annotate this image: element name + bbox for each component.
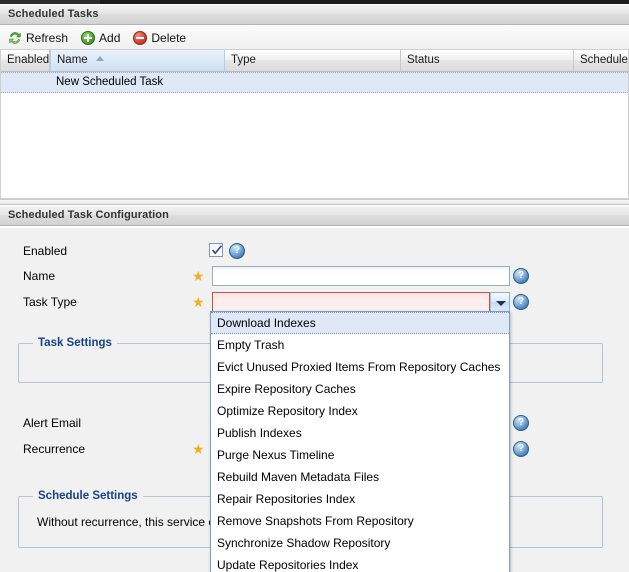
scheduled-tasks-window: Scheduled Tasks Refresh Add Delete Enabl… — [0, 0, 629, 572]
column-header-status-label: Status — [407, 54, 440, 66]
task-settings-legend: Task Settings — [33, 337, 117, 349]
required-star-icon: ★ — [192, 294, 205, 310]
cell-type — [225, 73, 401, 92]
recurrence-help-glyph: ? — [517, 443, 525, 454]
delete-button-label: Delete — [151, 30, 187, 45]
config-panel-header: Scheduled Task Configuration — [0, 205, 629, 226]
dropdown-option[interactable]: Rebuild Maven Metadata Files — [211, 466, 509, 488]
add-button-label: Add — [99, 30, 121, 45]
refresh-button[interactable]: Refresh — [4, 28, 75, 48]
required-star-icon: ★ — [192, 441, 205, 457]
name-label: Name — [23, 269, 56, 283]
add-button[interactable]: Add — [77, 28, 127, 48]
config-panel-title: Scheduled Task Configuration — [8, 209, 169, 221]
enabled-label: Enabled — [23, 244, 68, 258]
column-header-type[interactable]: Type — [225, 50, 401, 71]
column-header-name-label: Name — [57, 54, 88, 66]
grid-header-row: Enabled Name Type Status Schedule — [1, 50, 628, 72]
grid-empty-area — [1, 93, 628, 197]
column-header-name[interactable]: Name — [50, 50, 225, 71]
column-header-schedule-label: Schedule — [580, 54, 628, 66]
refresh-icon — [7, 30, 23, 46]
task-type-dropdown-list[interactable]: Download Indexes Empty Trash Evict Unuse… — [210, 311, 510, 572]
dropdown-option[interactable]: Remove Snapshots From Repository — [211, 510, 509, 532]
task-type-label: Task Type — [23, 295, 77, 309]
dropdown-option[interactable]: Purge Nexus Timeline — [211, 444, 509, 466]
task-type-help-glyph: ? — [517, 296, 525, 307]
name-input[interactable] — [212, 266, 510, 286]
delete-button[interactable]: Delete — [129, 28, 193, 48]
dropdown-option[interactable]: Download Indexes — [211, 312, 509, 334]
dropdown-option[interactable]: Optimize Repository Index — [211, 400, 509, 422]
name-help-icon[interactable]: ? — [513, 268, 529, 284]
field-row-enabled: Enabled ? — [0, 240, 629, 266]
scheduled-tasks-grid: Enabled Name Type Status Schedule New Sc… — [0, 50, 629, 199]
dropdown-option[interactable]: Update Repositories Index — [211, 554, 509, 572]
column-header-enabled[interactable]: Enabled — [1, 50, 50, 71]
grid-toolbar: Refresh Add Delete — [0, 26, 629, 50]
dropdown-option[interactable]: Empty Trash — [211, 334, 509, 356]
schedule-settings-legend: Schedule Settings — [33, 490, 143, 502]
enabled-help-glyph: ? — [233, 245, 241, 256]
task-type-input[interactable] — [212, 292, 490, 312]
page-title: Scheduled Tasks — [8, 8, 99, 20]
grid-panel-header: Scheduled Tasks — [0, 4, 629, 25]
task-type-help-icon[interactable]: ? — [513, 294, 529, 310]
dropdown-option[interactable]: Repair Repositories Index — [211, 488, 509, 510]
table-row[interactable]: New Scheduled Task — [1, 72, 628, 93]
required-star-icon: ★ — [192, 268, 205, 284]
cell-schedule — [574, 73, 628, 92]
chevron-down-icon — [496, 301, 506, 306]
enabled-help-icon[interactable]: ? — [229, 243, 245, 259]
refresh-button-label: Refresh — [26, 30, 69, 45]
schedule-settings-text: Without recurrence, this service can — [37, 515, 228, 529]
alert-email-help-glyph: ? — [517, 417, 525, 428]
column-header-type-label: Type — [231, 54, 256, 66]
add-circle-icon — [80, 30, 96, 46]
dropdown-option[interactable]: Expire Repository Caches — [211, 378, 509, 400]
name-help-glyph: ? — [517, 270, 525, 281]
cell-name: New Scheduled Task — [56, 76, 164, 88]
recurrence-help-icon[interactable]: ? — [513, 441, 529, 457]
task-type-dropdown-button[interactable] — [490, 292, 510, 312]
cell-status — [401, 73, 574, 92]
alert-email-help-icon[interactable]: ? — [513, 415, 529, 431]
dropdown-option[interactable]: Publish Indexes — [211, 422, 509, 444]
delete-circle-icon — [132, 30, 148, 46]
column-header-schedule[interactable]: Schedule — [574, 50, 628, 71]
dropdown-option[interactable]: Evict Unused Proxied Items From Reposito… — [211, 356, 509, 378]
recurrence-label: Recurrence — [23, 442, 86, 456]
sort-ascending-icon — [95, 56, 104, 62]
enabled-checkbox[interactable] — [209, 243, 223, 257]
alert-email-label: Alert Email — [23, 416, 82, 430]
cell-enabled — [1, 73, 50, 92]
dropdown-option[interactable]: Synchronize Shadow Repository — [211, 532, 509, 554]
column-header-status[interactable]: Status — [401, 50, 574, 71]
column-header-enabled-label: Enabled — [7, 54, 50, 66]
field-row-name: Name ★ ? — [0, 265, 629, 291]
